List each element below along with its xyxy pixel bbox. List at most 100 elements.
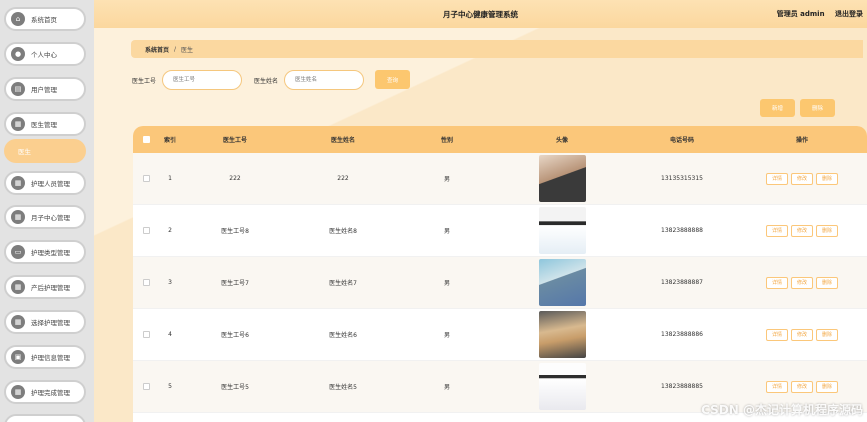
cell-avatar xyxy=(497,309,627,360)
cell-gender: 男 xyxy=(443,332,450,339)
doctor-name-input[interactable] xyxy=(284,70,365,90)
col-header-phone: 电话号码 xyxy=(669,137,694,144)
edit-button[interactable]: 修改 xyxy=(791,276,813,289)
cell-avatar xyxy=(497,361,627,412)
cell-doctor-name: 医生姓名5 xyxy=(329,384,357,391)
doctor-name-search: 医生姓名 xyxy=(254,70,365,90)
sidebar-item-care-info[interactable]: ▣ 护理信息管理 xyxy=(4,345,86,369)
edit-button[interactable]: 修改 xyxy=(791,224,813,237)
sidebar-item-label: 个人中心 xyxy=(31,51,57,59)
grid-icon: ▦ xyxy=(11,117,25,131)
add-button[interactable]: 新增 xyxy=(760,99,795,117)
doctor-no-input[interactable] xyxy=(162,70,243,90)
cell-doctor-no: 医生工号5 xyxy=(221,384,249,391)
user-area: 管理员 admin 退出登录 xyxy=(777,9,863,19)
cell-gender: 男 xyxy=(443,176,450,183)
query-button[interactable]: 查询 xyxy=(375,70,410,89)
grid-icon: ▦ xyxy=(11,315,25,329)
col-header-gender: 性别 xyxy=(440,137,453,144)
delete-button[interactable]: 删除 xyxy=(800,99,835,117)
breadcrumb-home[interactable]: 系统首页 xyxy=(145,45,169,54)
row-checkbox[interactable] xyxy=(142,227,150,234)
select-all-checkbox[interactable] xyxy=(142,136,150,143)
col-header-avatar: 头像 xyxy=(555,137,568,144)
user-label: 管理员 admin xyxy=(776,10,825,18)
sidebar-item-home[interactable]: ⌂ 系统首页 xyxy=(4,7,86,31)
logout-link[interactable]: 退出登录 xyxy=(835,10,863,18)
app-title: 月子中心健康管理系统 xyxy=(443,9,518,19)
cell-actions: 详情 修改 删除 xyxy=(737,309,867,360)
cell-gender: 男 xyxy=(443,228,450,235)
row-checkbox[interactable] xyxy=(142,331,150,338)
sidebar-item-label: 护理信息管理 xyxy=(31,354,70,362)
cell-doctor-no: 医生工号8 xyxy=(221,228,249,235)
row-delete-button[interactable]: 删除 xyxy=(816,224,838,237)
cell-doctor-no: 医生工号7 xyxy=(221,280,249,287)
sidebar-item-select-care[interactable]: ▦ 选择护理管理 xyxy=(4,310,86,334)
row-delete-button[interactable]: 删除 xyxy=(816,276,838,289)
sidebar-item-more[interactable] xyxy=(4,414,86,422)
row-checkbox[interactable] xyxy=(142,279,150,286)
edit-button[interactable]: 修改 xyxy=(791,328,813,341)
grid-icon: ▦ xyxy=(11,280,25,294)
col-header-doctor-no: 医生工号 xyxy=(222,137,247,144)
row-checkbox[interactable] xyxy=(142,175,150,182)
row-checkbox-cell xyxy=(133,205,159,256)
sidebar-item-centers[interactable]: ▦ 月子中心管理 xyxy=(4,205,86,229)
row-delete-button[interactable]: 删除 xyxy=(816,380,838,393)
sidebar-item-label: 月子中心管理 xyxy=(31,214,70,222)
cell-index: 4 xyxy=(168,331,172,338)
sidebar-item-doctor[interactable]: 医生 xyxy=(4,139,86,163)
doctor-no-search: 医生工号 xyxy=(132,70,243,90)
sidebar-item-care-done[interactable]: ▦ 护理完成管理 xyxy=(4,380,86,404)
cell-phone: 13823888886 xyxy=(661,331,703,338)
sidebar-item-users[interactable]: ▤ 用户管理 xyxy=(4,77,86,101)
cell-phone: 13135315315 xyxy=(661,175,703,182)
sidebar-item-profile[interactable]: ● 个人中心 xyxy=(4,42,86,66)
detail-button[interactable]: 详情 xyxy=(766,172,788,185)
row-delete-button[interactable]: 删除 xyxy=(816,172,838,185)
sidebar-item-nurses[interactable]: ▦ 护理人员管理 xyxy=(4,171,86,195)
row-delete-button[interactable]: 删除 xyxy=(816,328,838,341)
row-checkbox-cell xyxy=(133,309,159,360)
breadcrumb: 系统首页 / 医生 xyxy=(131,40,863,58)
cell-doctor-no: 医生工号6 xyxy=(221,332,249,339)
sidebar-item-label: 产后护理管理 xyxy=(31,284,70,292)
cell-actions: 详情 修改 删除 xyxy=(737,205,867,256)
row-checkbox[interactable] xyxy=(142,383,150,390)
sidebar-item-label: 选择护理管理 xyxy=(31,319,70,327)
user-icon: ● xyxy=(11,47,25,61)
select-all-cell xyxy=(133,126,159,153)
sidebar-item-label: 医生管理 xyxy=(31,121,57,129)
col-header-index: 索引 xyxy=(163,137,176,144)
top-header: 月子中心健康管理系统 管理员 admin 退出登录 xyxy=(94,0,867,28)
cell-index: 3 xyxy=(168,279,172,286)
detail-button[interactable]: 详情 xyxy=(766,380,788,393)
cell-doctor-name: 医生姓名8 xyxy=(329,228,357,235)
sidebar-item-postpartum[interactable]: ▦ 产后护理管理 xyxy=(4,275,86,299)
detail-button[interactable]: 详情 xyxy=(766,276,788,289)
list-icon: ▤ xyxy=(11,82,25,96)
col-header-doctor-name: 医生姓名 xyxy=(330,137,355,144)
cell-gender: 男 xyxy=(443,280,450,287)
chat-icon: ▭ xyxy=(11,245,25,259)
detail-button[interactable]: 详情 xyxy=(766,328,788,341)
doctor-name-label: 医生姓名 xyxy=(254,77,279,85)
sidebar-item-label: 医生 xyxy=(18,148,31,156)
table-header: 索引 医生工号 医生姓名 性别 头像 电话号码 操作 xyxy=(133,126,867,153)
cell-doctor-name: 医生姓名6 xyxy=(329,332,357,339)
breadcrumb-current: 医生 xyxy=(181,46,194,54)
edit-button[interactable]: 修改 xyxy=(791,380,813,393)
cell-phone: 13823888887 xyxy=(661,279,703,286)
cell-avatar xyxy=(497,257,627,308)
doctor-table: 索引 医生工号 医生姓名 性别 头像 电话号码 操作 1 222 222 男 13135… xyxy=(133,126,867,422)
table-row: 4 医生工号6 医生姓名6 男 13823888886 详情 修改 删除 xyxy=(133,309,867,361)
edit-button[interactable]: 修改 xyxy=(791,172,813,185)
sidebar-item-doctor-mgmt[interactable]: ▦ 医生管理 xyxy=(4,112,86,136)
briefcase-icon: ▣ xyxy=(11,350,25,364)
sidebar-item-care-types[interactable]: ▭ 护理类型管理 xyxy=(4,240,86,264)
detail-button[interactable]: 详情 xyxy=(766,224,788,237)
sidebar-item-label: 护理人员管理 xyxy=(31,180,70,188)
table-row: 1 222 222 男 13135315315 详情 修改 删除 xyxy=(133,153,867,205)
cell-doctor-name: 222 xyxy=(337,175,349,182)
